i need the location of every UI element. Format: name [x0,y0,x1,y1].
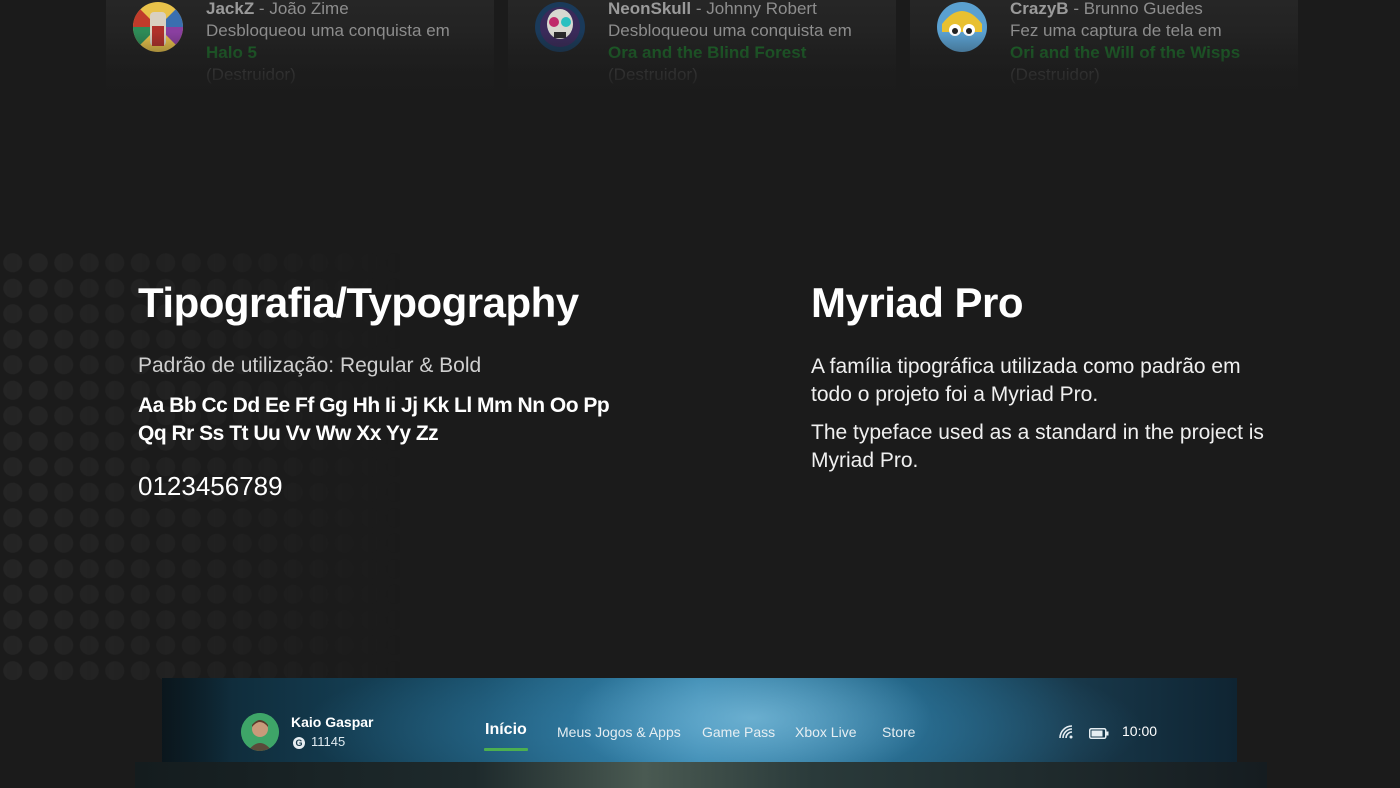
profile-avatar[interactable] [241,713,279,751]
nav-item-store[interactable]: Store [882,724,915,740]
typography-title: Tipografia/Typography [138,279,579,326]
alphabet-sample: Aa Bb Cc Dd Ee Ff Gg Hh Ii Jj Kk Ll Mm N… [138,392,658,448]
gamertag: JackZ [206,0,255,18]
game-link[interactable]: Ora and the Blind Forest [608,43,806,62]
gamertag: CrazyB [1010,0,1069,18]
activity-action: Desbloqueou uma conquista em [206,21,450,40]
xbox-nav-bar: Kaio Gaspar G 11145 Início Meus Jogos & A… [162,678,1237,762]
avatar [937,2,987,52]
avatar [535,2,585,52]
activity-text: JackZ - João Zime Desbloqueou uma conqui… [206,0,450,84]
nav-item-game-pass[interactable]: Game Pass [702,724,775,740]
nav-item-inicio[interactable]: Início [485,721,527,739]
achievement-detail: (Destruidor) [206,65,296,84]
activity-text: NeonSkull - Johnny Robert Desbloqueou um… [608,0,852,84]
game-link[interactable]: Halo 5 [206,43,257,62]
alphabet-line: Qq Rr Ss Tt Uu Vv Ww Xx Yy Zz [138,422,439,445]
font-description-en: The typeface used as a standard in the p… [811,421,1264,472]
gamerscore: G 11145 [293,734,345,749]
active-tab-indicator [484,748,528,751]
font-name-title: Myriad Pro [811,279,1024,326]
avatar [133,2,183,52]
user-name: João Zime [269,0,349,18]
profile-name[interactable]: Kaio Gaspar [291,714,373,730]
nav-item-meus-jogos[interactable]: Meus Jogos & Apps [557,724,681,740]
activity-card-crazyb[interactable]: CrazyB - Brunno Guedes Fez uma captura d… [910,0,1298,92]
wifi-icon [1059,725,1073,744]
alphabet-line: Aa Bb Cc Dd Ee Ff Gg Hh Ii Jj Kk Ll Mm N… [138,394,610,417]
clock: 10:00 [1122,723,1158,739]
background-artwork [135,762,1267,788]
numbers-sample: 0123456789 [138,471,283,501]
gamerscore-icon: G [293,737,305,749]
user-name: Brunno Guedes [1083,0,1203,18]
font-description-pt: A família tipográfica utilizada como pad… [811,355,1241,406]
achievement-detail: (Destruidor) [1010,65,1100,84]
achievement-detail: (Destruidor) [608,65,698,84]
battery-icon [1089,726,1109,744]
game-link[interactable]: Ori and the Will of the Wisps [1010,43,1240,62]
activity-action: Desbloqueou uma conquista em [608,21,852,40]
activity-action: Fez uma captura de tela em [1010,21,1222,40]
nav-item-xbox-live[interactable]: Xbox Live [795,724,856,740]
activity-card-neonskull[interactable]: NeonSkull - Johnny Robert Desbloqueou um… [508,0,896,92]
usage-text: Padrão de utilização: Regular & Bold [138,354,482,377]
user-name: Johnny Robert [706,0,817,18]
gamerscore-value: 11145 [311,734,346,749]
gamertag: NeonSkull [608,0,692,18]
activity-text: CrazyB - Brunno Guedes Fez uma captura d… [1010,0,1241,84]
activity-card-jackz[interactable]: JackZ - João Zime Desbloqueou uma conqui… [106,0,494,92]
